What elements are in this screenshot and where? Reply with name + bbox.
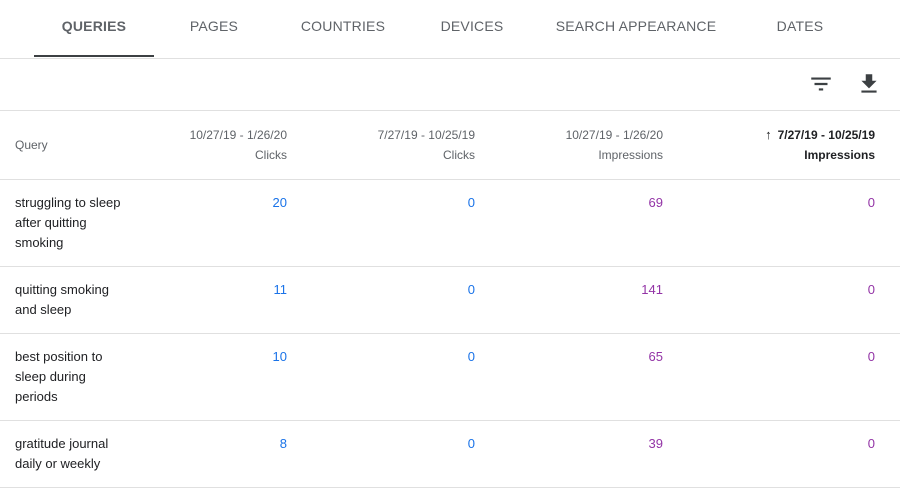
column-header-clicks-current[interactable]: 10/27/19 - 1/26/20 Clicks (125, 111, 312, 180)
clicks-previous-cell: 0 (312, 420, 500, 488)
download-icon (861, 74, 877, 93)
clicks-current-cell: 11 (125, 266, 312, 334)
download-button[interactable] (856, 71, 882, 97)
impressions-current-cell: 39 (500, 420, 688, 488)
clicks-current-cell: 8 (125, 420, 312, 488)
column-header-metric: Impressions (804, 148, 875, 162)
impressions-previous-cell: 0 (688, 333, 900, 421)
query-cell: quitting smoking and sleep (0, 266, 125, 334)
impressions-previous-cell: 0 (688, 420, 900, 488)
clicks-previous-cell: 0 (312, 179, 500, 267)
column-header-impressions-previous[interactable]: ↑ 7/27/19 - 10/25/19 Impressions (688, 111, 900, 180)
column-header-date-range: 7/27/19 - 10/25/19 (377, 128, 475, 142)
report-tabs: QUERIES PAGES COUNTRIES DEVICES SEARCH A… (0, 0, 900, 59)
query-cell: struggling to sleep after quitting smoki… (0, 179, 125, 267)
query-cell: best position to sleep during periods (0, 333, 125, 421)
table-row[interactable]: quitting smoking and sleep 11 0 141 0 (0, 266, 900, 334)
filter-button[interactable] (808, 71, 834, 97)
column-header-date-wrap: ↑ 7/27/19 - 10/25/19 (703, 125, 875, 145)
active-tab-indicator (34, 55, 154, 57)
query-cell: gratitude journal daily or weekly (0, 420, 125, 488)
table-toolbar (0, 59, 900, 111)
clicks-current-cell: 10 (125, 333, 312, 421)
tab-countries[interactable]: COUNTRIES (288, 0, 398, 57)
column-header-query[interactable]: Query (0, 111, 125, 180)
tab-search-appearance[interactable]: SEARCH APPEARANCE (550, 0, 722, 57)
tab-devices[interactable]: DEVICES (428, 0, 516, 57)
column-header-clicks-previous[interactable]: 7/27/19 - 10/25/19 Clicks (312, 111, 500, 180)
column-header-date-range: 10/27/19 - 1/26/20 (565, 128, 663, 142)
sort-ascending-arrow-icon: ↑ (765, 127, 772, 142)
impressions-previous-cell: 0 (688, 266, 900, 334)
column-header-date-range: 10/27/19 - 1/26/20 (189, 128, 287, 142)
column-header-impressions-current[interactable]: 10/27/19 - 1/26/20 Impressions (500, 111, 688, 180)
table-row[interactable]: best position to sleep during periods 10… (0, 333, 900, 421)
impressions-previous-cell: 0 (688, 179, 900, 267)
tab-queries[interactable]: QUERIES (34, 0, 154, 57)
queries-table: Query 10/27/19 - 1/26/20 Clicks 7/27/19 … (0, 111, 900, 488)
impressions-current-cell: 65 (500, 333, 688, 421)
column-header-metric: Impressions (598, 148, 663, 162)
column-header-date-range: 7/27/19 - 10/25/19 (777, 128, 875, 142)
impressions-current-cell: 69 (500, 179, 688, 267)
tab-pages[interactable]: PAGES (174, 0, 254, 57)
table-row[interactable]: struggling to sleep after quitting smoki… (0, 179, 900, 267)
clicks-previous-cell: 0 (312, 266, 500, 334)
filter-icon (811, 77, 831, 91)
column-header-metric: Clicks (443, 148, 475, 162)
column-header-metric: Clicks (255, 148, 287, 162)
clicks-previous-cell: 0 (312, 333, 500, 421)
column-header-label: Query (15, 138, 48, 152)
table-row[interactable]: gratitude journal daily or weekly 8 0 39… (0, 420, 900, 488)
impressions-current-cell: 141 (500, 266, 688, 334)
tab-dates[interactable]: DATES (760, 0, 840, 57)
clicks-current-cell: 20 (125, 179, 312, 267)
table-header-row: Query 10/27/19 - 1/26/20 Clicks 7/27/19 … (0, 111, 900, 180)
